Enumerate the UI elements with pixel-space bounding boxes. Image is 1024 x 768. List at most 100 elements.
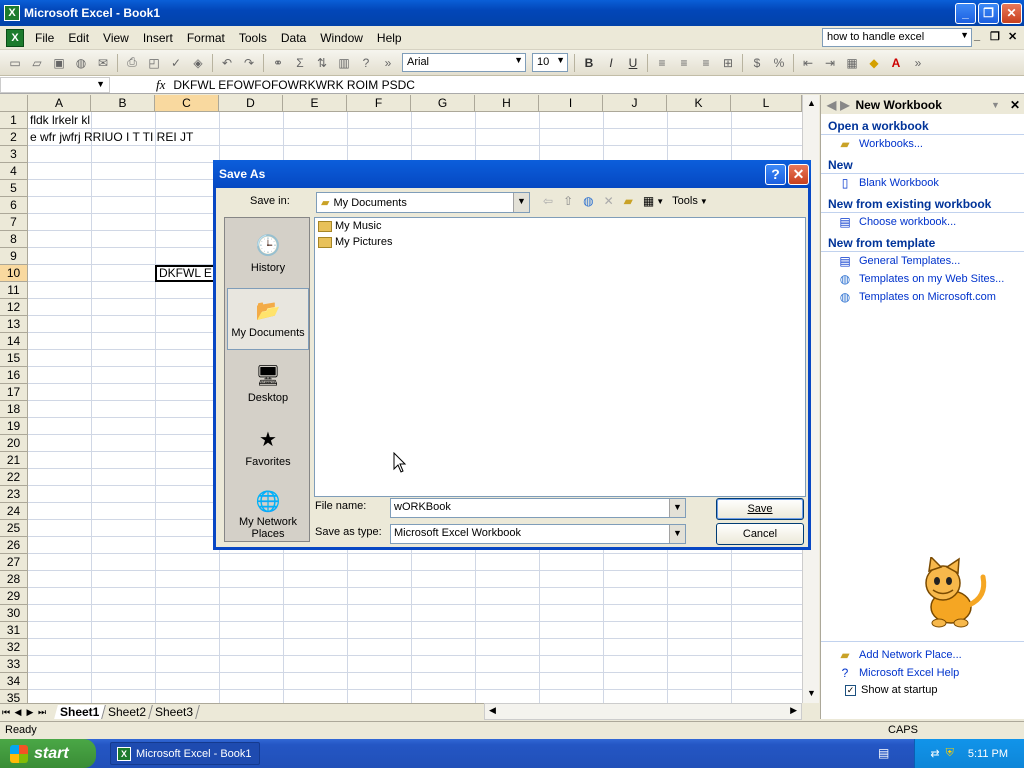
help-icon[interactable]: ? xyxy=(356,53,376,73)
file-list[interactable]: My Music My Pictures xyxy=(314,217,806,497)
select-all-corner[interactable] xyxy=(0,95,28,112)
back-icon[interactable]: ⇦ xyxy=(543,194,553,208)
sheet-tab-sheet2[interactable]: Sheet2 xyxy=(102,705,154,719)
column-header[interactable]: I xyxy=(539,95,603,112)
row-header[interactable]: 11 xyxy=(0,282,28,299)
place-favorites[interactable]: ★ Favorites xyxy=(227,418,309,480)
row-header[interactable]: 26 xyxy=(0,537,28,554)
permission-icon[interactable]: ◍ xyxy=(71,53,91,73)
chevron-down-icon[interactable]: ▼ xyxy=(669,525,685,543)
place-desktop[interactable]: 🖥 Desktop xyxy=(227,354,309,416)
font-name-select[interactable]: Arial ▼ xyxy=(402,53,526,72)
underline-icon[interactable]: U xyxy=(623,53,643,73)
row-header[interactable]: 30 xyxy=(0,605,28,622)
row-header[interactable]: 25 xyxy=(0,520,28,537)
row-header[interactable]: 5 xyxy=(0,180,28,197)
open-icon[interactable]: ▱ xyxy=(27,53,47,73)
column-header[interactable]: F xyxy=(347,95,411,112)
cancel-button[interactable]: Cancel xyxy=(716,523,804,545)
delete-icon[interactable]: ✕ xyxy=(604,194,614,208)
row-header[interactable]: 29 xyxy=(0,588,28,605)
close-button[interactable]: ✕ xyxy=(1001,2,1022,24)
doc-restore-button[interactable]: ❐ xyxy=(990,30,1000,43)
tools-menu[interactable]: Tools xyxy=(672,195,698,207)
search-web-icon[interactable]: ◍ xyxy=(583,194,593,208)
menu-file[interactable]: File xyxy=(28,31,61,45)
menu-window[interactable]: Window xyxy=(313,31,370,45)
up-folder-icon[interactable]: ⇧ xyxy=(563,194,573,208)
task-pane-menu-icon[interactable]: ▼ xyxy=(991,100,1000,110)
row-header[interactable]: 8 xyxy=(0,231,28,248)
bold-icon[interactable]: B xyxy=(579,53,599,73)
views-icon[interactable]: ▦ xyxy=(643,194,654,208)
link-microsoft-templates[interactable]: ◍ Templates on Microsoft.com xyxy=(821,288,1024,306)
network-icon[interactable]: ⇄ xyxy=(930,747,939,760)
menu-insert[interactable]: Insert xyxy=(136,31,180,45)
link-workbooks[interactable]: ▰ Workbooks... xyxy=(821,135,1024,153)
link-excel-help[interactable]: ? Microsoft Excel Help xyxy=(821,664,1024,682)
menu-tools[interactable]: Tools xyxy=(232,31,274,45)
column-header[interactable]: D xyxy=(219,95,283,112)
ask-question-box[interactable]: how to handle excel ▼ xyxy=(822,28,972,47)
row-header[interactable]: 33 xyxy=(0,656,28,673)
row-header[interactable]: 24 xyxy=(0,503,28,520)
row-header[interactable]: 31 xyxy=(0,622,28,639)
row-header[interactable]: 4 xyxy=(0,163,28,180)
row-header[interactable]: 16 xyxy=(0,367,28,384)
column-header[interactable]: K xyxy=(667,95,731,112)
cell-a2[interactable]: e wfr jwfrj RRIUO I T TI REI JT xyxy=(30,129,193,145)
restore-button[interactable]: ❐ xyxy=(978,2,999,24)
row-header[interactable]: 7 xyxy=(0,214,28,231)
back-icon[interactable]: ◀ xyxy=(827,98,836,112)
column-header[interactable]: C xyxy=(155,95,219,112)
save-type-select[interactable]: Microsoft Excel Workbook ▼ xyxy=(390,524,686,544)
italic-icon[interactable]: I xyxy=(601,53,621,73)
close-icon[interactable]: ✕ xyxy=(1010,98,1020,112)
chevron-down-icon[interactable]: ▼ xyxy=(513,193,529,212)
chevron-down-icon[interactable]: ▼ xyxy=(556,55,565,65)
spelling-icon[interactable]: ✓ xyxy=(166,53,186,73)
column-header[interactable]: A xyxy=(28,95,91,112)
menu-edit[interactable]: Edit xyxy=(61,31,96,45)
row-header[interactable]: 3 xyxy=(0,146,28,163)
toolbar-options-icon[interactable]: » xyxy=(908,53,928,73)
chevron-down-icon[interactable]: ▼ xyxy=(700,197,708,206)
row-header[interactable]: 14 xyxy=(0,333,28,350)
cell-c10-active[interactable]: DKFWL E xyxy=(155,265,219,282)
list-item[interactable]: My Music xyxy=(315,218,805,234)
scroll-up-icon[interactable]: ▲ xyxy=(803,95,820,112)
undo-icon[interactable]: ↶ xyxy=(217,53,237,73)
row-header[interactable]: 32 xyxy=(0,639,28,656)
prev-sheet-icon[interactable]: ◀ xyxy=(12,707,24,718)
horizontal-scrollbar[interactable]: ◀ ▶ xyxy=(484,703,802,720)
scroll-down-icon[interactable]: ▼ xyxy=(803,685,820,702)
new-folder-icon[interactable]: ▰ xyxy=(624,194,633,208)
new-icon[interactable]: ▭ xyxy=(5,53,25,73)
excel-app-icon[interactable]: X xyxy=(4,5,20,21)
row-header[interactable]: 23 xyxy=(0,486,28,503)
font-size-select[interactable]: 10 ▼ xyxy=(532,53,568,72)
chevron-down-icon[interactable]: ▼ xyxy=(656,197,664,206)
scroll-left-icon[interactable]: ◀ xyxy=(489,705,496,716)
list-item[interactable]: My Pictures xyxy=(315,234,805,250)
sheet-tab-sheet1[interactable]: Sheet1 xyxy=(54,705,107,719)
link-general-templates[interactable]: ▤ General Templates... xyxy=(821,252,1024,270)
row-header[interactable]: 19 xyxy=(0,418,28,435)
row-header[interactable]: 15 xyxy=(0,350,28,367)
name-box[interactable]: ▼ xyxy=(0,76,110,93)
row-header[interactable]: 6 xyxy=(0,197,28,214)
menu-format[interactable]: Format xyxy=(180,31,232,45)
doc-close-button[interactable]: ✕ xyxy=(1008,30,1017,43)
cell-a1[interactable]: fldk lrkelr kl xyxy=(30,112,90,128)
workbook-icon[interactable]: X xyxy=(6,28,24,47)
chevron-down-icon[interactable]: ▼ xyxy=(669,499,685,517)
row-header[interactable]: 18 xyxy=(0,401,28,418)
currency-icon[interactable]: $ xyxy=(747,53,767,73)
row-header[interactable]: 35 xyxy=(0,690,28,703)
font-color-icon[interactable]: A xyxy=(886,53,906,73)
percent-icon[interactable]: % xyxy=(769,53,789,73)
link-choose-workbook[interactable]: ▤ Choose workbook... xyxy=(821,213,1024,231)
taskbar-item-excel[interactable]: X Microsoft Excel - Book1 xyxy=(110,742,260,765)
row-header[interactable]: 20 xyxy=(0,435,28,452)
row-header[interactable]: 34 xyxy=(0,673,28,690)
